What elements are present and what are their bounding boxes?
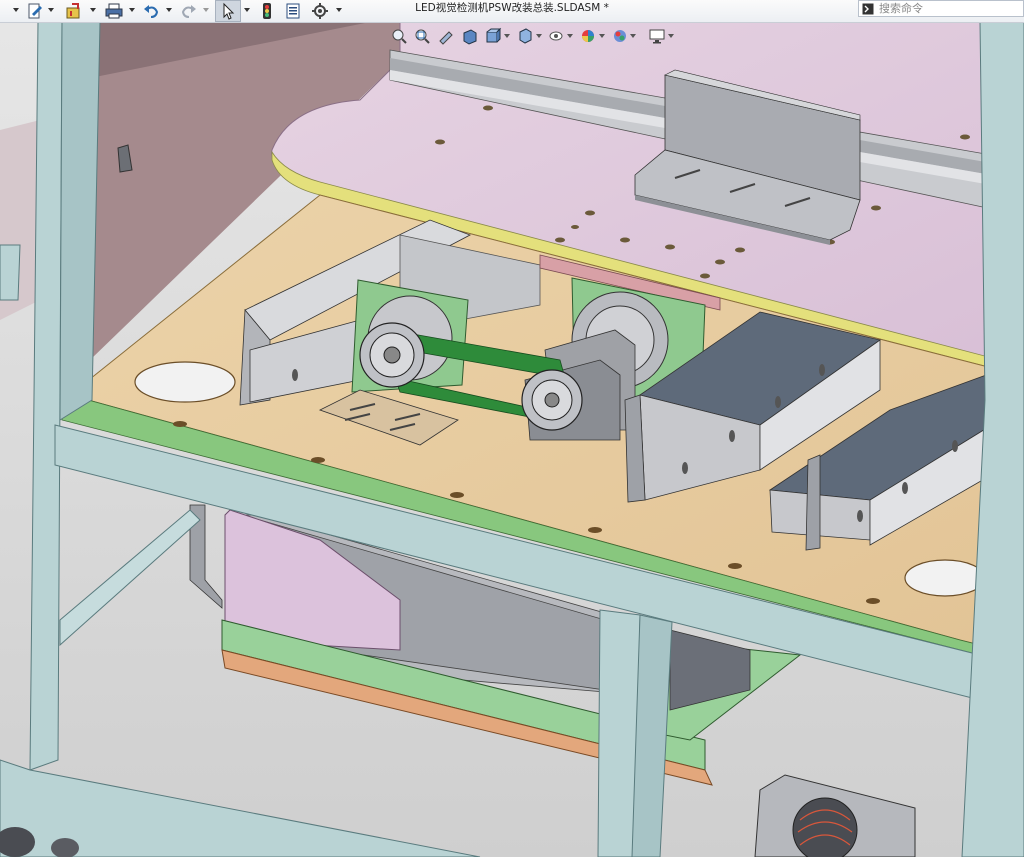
view-orientation-button[interactable]: [482, 25, 504, 47]
redo-icon: [181, 5, 196, 18]
print-button[interactable]: [102, 0, 126, 22]
display-style-caret[interactable]: [535, 34, 542, 38]
edit-appearance-icon: [581, 30, 594, 42]
previous-view-icon: [439, 31, 453, 45]
heads-up-view-toolbar: [388, 24, 678, 48]
zoom-to-area-button[interactable]: [412, 25, 434, 47]
new-document-caret[interactable]: [48, 8, 54, 12]
apply-scene-button[interactable]: [609, 25, 631, 47]
drive-pulley-right: [521, 369, 583, 431]
command-search[interactable]: [858, 0, 1024, 17]
print-caret[interactable]: [129, 8, 135, 12]
undo-button[interactable]: [140, 0, 162, 22]
plate-hole-right: [904, 559, 986, 597]
rebuild-icon: [66, 3, 80, 19]
edit-appearance-button[interactable]: [577, 25, 599, 47]
select-button[interactable]: [215, 0, 241, 22]
file-properties-icon: [286, 3, 300, 19]
display-style-button[interactable]: [514, 25, 536, 47]
options-button[interactable]: [308, 0, 332, 22]
view-orientation-icon: [486, 27, 502, 43]
rebuild-button[interactable]: [62, 0, 86, 22]
new-document-icon: [28, 3, 42, 19]
previous-view-button[interactable]: [435, 25, 457, 47]
zoom-to-area-icon: [415, 29, 431, 44]
section-view-icon: [463, 29, 477, 45]
file-properties-button[interactable]: [282, 0, 304, 22]
section-view-button[interactable]: [459, 25, 481, 47]
search-input[interactable]: [877, 2, 1021, 15]
display-style-icon: [519, 28, 532, 44]
rebuild-caret[interactable]: [90, 8, 96, 12]
print-icon: [105, 3, 123, 19]
hide-show-items-icon: [549, 31, 563, 41]
zoom-to-fit-button[interactable]: [388, 25, 410, 47]
select-arrow-icon: [223, 2, 235, 20]
redo-button[interactable]: [178, 0, 200, 22]
view-orientation-caret[interactable]: [503, 34, 510, 38]
redo-caret[interactable]: [203, 8, 209, 12]
command-prompt-icon: [859, 1, 877, 16]
undo-icon: [144, 5, 159, 18]
options-gear-icon: [312, 3, 328, 19]
hide-show-items-caret[interactable]: [567, 34, 574, 38]
new-document-button[interactable]: [24, 0, 46, 22]
view-settings-button[interactable]: [646, 25, 668, 47]
frame-stub-left: [0, 244, 21, 301]
apply-scene-caret[interactable]: [630, 34, 637, 38]
traffic-light-icon: [263, 3, 271, 19]
plate-hole-left: [134, 361, 236, 403]
select-caret[interactable]: [244, 8, 250, 12]
zoom-to-fit-icon: [392, 29, 407, 44]
apply-scene-icon: [613, 30, 626, 42]
options-caret[interactable]: [336, 8, 342, 12]
edit-appearance-caret[interactable]: [598, 34, 605, 38]
graphics-area[interactable]: [0, 22, 1024, 857]
rebuild-status-button[interactable]: [256, 0, 278, 22]
view-settings-caret[interactable]: [667, 34, 674, 38]
toolbar-dropdown-caret[interactable]: [13, 8, 19, 12]
view-settings-icon: [649, 29, 665, 44]
hide-show-items-button[interactable]: [546, 25, 568, 47]
main-toolbar: LED视觉检测机PSW改装总装.SLDASM *: [0, 0, 1024, 23]
undo-caret[interactable]: [166, 8, 172, 12]
drive-pulley-left: [359, 322, 425, 388]
